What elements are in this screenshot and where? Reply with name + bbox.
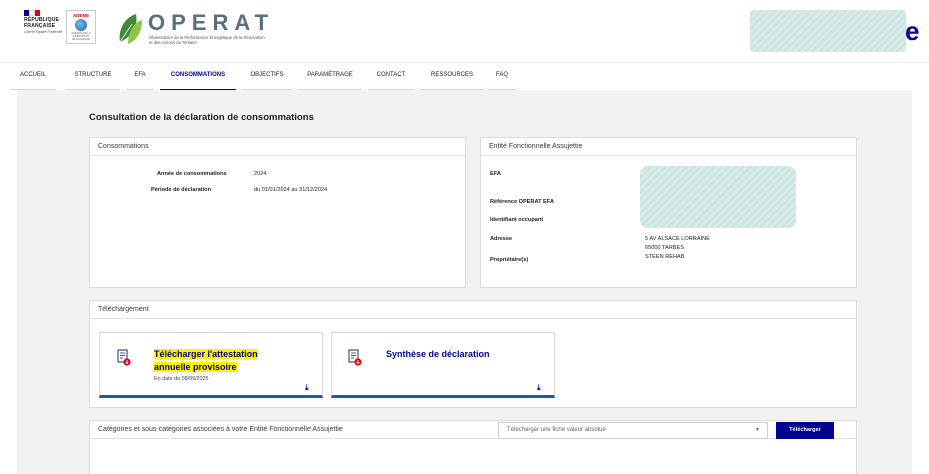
annee-value: 2024: [254, 171, 267, 177]
nav-item-efa[interactable]: EFA: [126, 63, 154, 91]
download-arrow-icon[interactable]: ⤓: [305, 383, 309, 393]
operat-subtitle: Observatoire de la Performance Énergétiq…: [149, 35, 265, 45]
telechargement-card-header: Téléchargement: [90, 301, 856, 319]
efa-label: EFA: [490, 171, 501, 177]
operat-title[interactable]: OPERAT: [148, 10, 274, 36]
nav-item-objectifs[interactable]: OBJECTIFS: [242, 63, 292, 91]
periode-label: Période de déclaration: [151, 187, 211, 193]
site-header: RÉPUBLIQUE FRANÇAISE Liberté Égalité Fra…: [0, 0, 929, 62]
proprietaire-label: Propriétaire(s): [490, 257, 529, 263]
attestation-highlight-2: annuelle provisoire: [154, 362, 237, 372]
rf-text-2: FRANÇAISE: [24, 23, 56, 29]
page-title: Consultation de la déclaration de consom…: [89, 112, 314, 123]
occupant-label: Identifiant occupant: [490, 217, 544, 223]
ref-operat-label: Référence OPERAT EFA: [490, 199, 554, 205]
attestation-title-line1[interactable]: Télécharger l'attestation: [154, 348, 258, 360]
nav-item-ressources[interactable]: RESSOURCES: [420, 63, 484, 91]
adresse-label: Adresse: [490, 236, 513, 242]
nav-item-accueil[interactable]: ACCUEIL: [10, 63, 56, 91]
synthese-title[interactable]: Synthèse de déclaration: [386, 348, 490, 360]
fiche-select[interactable]: Télécharger une fiche valeur absolue ▾: [498, 422, 768, 439]
globe-icon: [75, 19, 87, 31]
ademe-logo[interactable]: ADEME AGENCE DE LA TRANSITION ÉCOLOGIQUE: [66, 10, 96, 44]
main-nav: ACCUEIL STRUCTURE EFA CONSOMMATIONS OBJE…: [0, 62, 929, 91]
periode-value: du 01/01/2024 au 31/12/2024: [254, 187, 328, 193]
leaf-icon: [119, 14, 142, 44]
rf-motto: Liberté Égalité Fraternité: [24, 30, 63, 34]
nav-item-consommations[interactable]: CONSOMMATIONS: [160, 63, 236, 91]
pdf-document-icon: [348, 349, 362, 366]
nav-item-parametrage[interactable]: PARAMÉTRAGE: [298, 63, 362, 91]
adresse-line1: 5 AV ALSACE LORRAINE: [645, 236, 710, 242]
adresse-line2: 65000 TARBES: [645, 245, 684, 251]
download-arrow-icon[interactable]: ⤓: [537, 383, 541, 393]
fiche-select-value: Télécharger une fiche valeur absolue: [507, 427, 606, 433]
attestation-title-line2[interactable]: annuelle provisoire: [154, 361, 237, 373]
nav-item-faq[interactable]: FAQ: [488, 63, 516, 91]
french-flag-icon: [24, 10, 41, 16]
attestation-highlight-1: Télécharger l'attestation: [154, 349, 258, 359]
ademe-label: ADEME: [72, 13, 90, 18]
nav-item-structure[interactable]: STRUCTURE: [66, 63, 120, 91]
chevron-down-icon: ▾: [755, 427, 759, 433]
user-info-redacted: [750, 10, 906, 52]
republique-francaise-logo[interactable]: RÉPUBLIQUE FRANÇAISE Liberté Égalité Fra…: [24, 10, 64, 48]
consommations-card-header: Consommations: [90, 138, 465, 156]
user-initial[interactable]: e: [905, 16, 919, 47]
nav-item-contact[interactable]: CONTACT: [368, 63, 414, 91]
proprietaire-value: STEEN REHAB: [645, 254, 685, 260]
annee-label: Année de consommations: [157, 171, 227, 177]
pdf-document-icon: [117, 349, 131, 366]
attestation-date: En date du 08/09/2025: [154, 376, 209, 382]
telecharger-button[interactable]: Télécharger: [776, 422, 834, 439]
efa-card-header: Entité Fonctionnelle Assujettie: [481, 138, 856, 156]
ademe-sub: AGENCE DE LA TRANSITION ÉCOLOGIQUE: [71, 32, 91, 41]
consommations-card: Consommations: [89, 137, 466, 288]
efa-info-redacted: [640, 166, 796, 228]
synthese-download-card[interactable]: [331, 332, 555, 398]
